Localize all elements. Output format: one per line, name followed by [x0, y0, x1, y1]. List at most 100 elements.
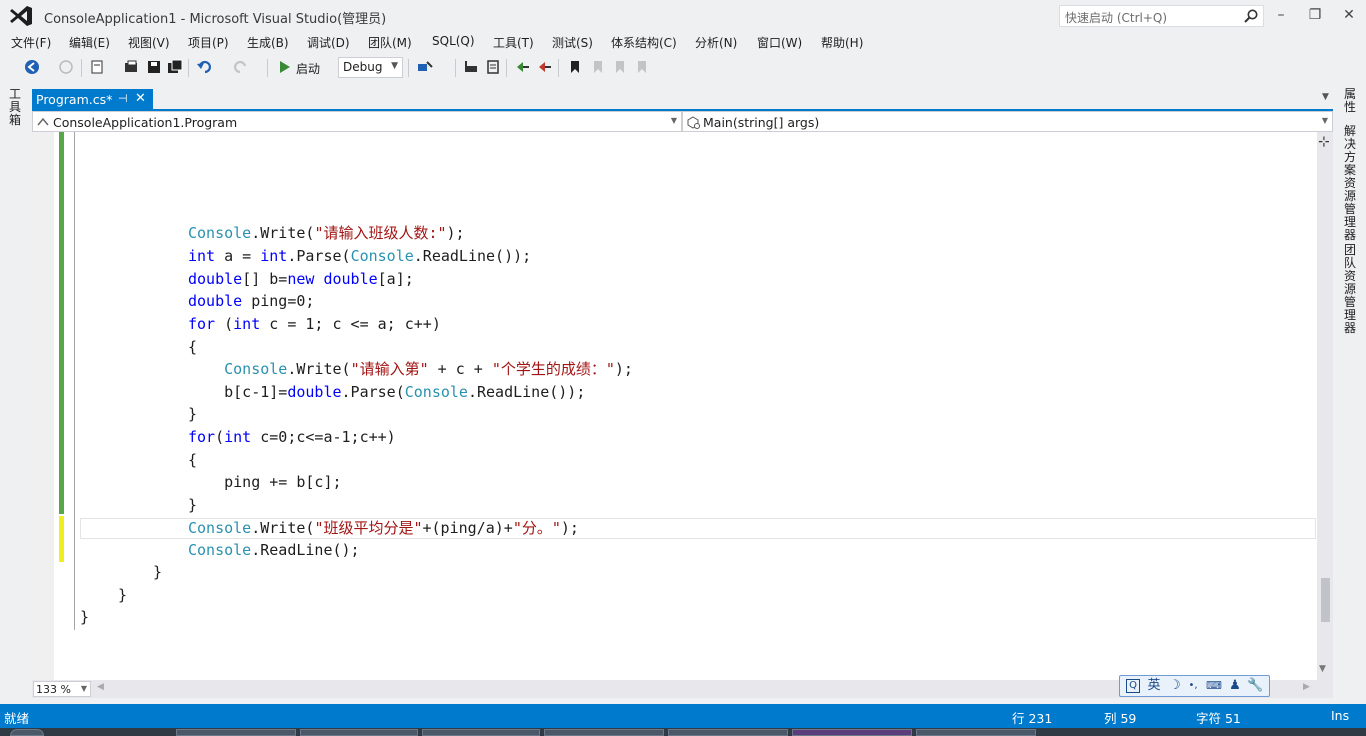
menu-sql[interactable]: SQL(Q) [432, 34, 475, 48]
code-token: ); [614, 360, 633, 378]
pin-icon[interactable]: ⊣ [118, 92, 128, 105]
ime-punctuation-icon[interactable]: •, [1185, 678, 1201, 694]
previous-bookmark-icon[interactable] [589, 58, 607, 76]
code-token: double [188, 292, 243, 310]
code-token: for [188, 428, 216, 446]
code-line[interactable]: } [153, 561, 162, 583]
scrollbar-thumb[interactable] [1321, 578, 1330, 622]
menu-team[interactable]: 团队(M) [368, 34, 412, 51]
code-line[interactable]: for (int c = 1; c <= a; c++) [188, 313, 441, 335]
taskbar-item[interactable] [300, 729, 418, 736]
next-bookmark-icon[interactable] [611, 58, 629, 76]
start-button[interactable] [10, 729, 44, 736]
code-line[interactable]: Console.ReadLine(); [188, 539, 360, 561]
team-explorer-tab[interactable]: 团队资源管理器 [1342, 244, 1358, 335]
code-token: c = 1; c <= a; c++) [260, 315, 441, 333]
ime-language-toggle[interactable]: 英 [1146, 678, 1162, 694]
open-file-icon[interactable] [122, 58, 140, 76]
code-line[interactable]: } [118, 584, 127, 606]
code-token: Console [404, 383, 468, 401]
code-line[interactable]: int a = int.Parse(Console.ReadLine()); [188, 245, 531, 267]
settings-icon[interactable]: 🔧 [1247, 678, 1263, 694]
code-line[interactable]: } [80, 606, 89, 628]
scroll-down-icon[interactable]: ▼ [1319, 664, 1326, 674]
code-line[interactable]: double[] b=new double[a]; [188, 268, 414, 290]
menu-build[interactable]: 生成(B) [247, 34, 289, 51]
properties-tab[interactable]: 属性 [1342, 88, 1358, 114]
close-window-button[interactable]: ✕ [1340, 6, 1358, 24]
taskbar-item[interactable] [176, 729, 296, 736]
menu-project[interactable]: 项目(P) [188, 34, 229, 51]
start-debugging-icon[interactable] [276, 58, 294, 76]
minimize-button[interactable]: – [1272, 6, 1290, 24]
code-token: "请输入班级人数:" [314, 224, 447, 242]
menu-window[interactable]: 窗口(W) [757, 34, 802, 51]
tab-list-dropdown-icon[interactable]: ▼ [1322, 92, 1329, 102]
bookmark-icon[interactable] [566, 58, 584, 76]
user-icon[interactable]: ♟ [1227, 678, 1243, 694]
split-window-icon[interactable]: ⊹ [1318, 134, 1330, 150]
redo-icon[interactable] [231, 58, 249, 76]
code-line[interactable]: for(int c=0;c<=a-1;c++) [188, 426, 396, 448]
menu-view[interactable]: 视图(V) [128, 34, 170, 51]
member-dropdown[interactable]: Main(string[] args) ▼ [682, 111, 1333, 132]
step-over-icon[interactable] [536, 58, 554, 76]
close-icon[interactable]: ✕ [135, 91, 146, 106]
menu-debug[interactable]: 调试(D) [307, 34, 350, 51]
toolbar-separator [81, 59, 82, 77]
toolbox-tab[interactable]: 工具箱 [7, 88, 23, 127]
code-token: } [153, 563, 163, 581]
menu-help[interactable]: 帮助(H) [821, 34, 863, 51]
menu-architecture[interactable]: 体系结构(C) [611, 34, 677, 51]
ime-width-icon[interactable]: ☽ [1167, 678, 1183, 694]
code-line[interactable]: b[c-1]=double.Parse(Console.ReadLine()); [188, 381, 585, 403]
code-editor[interactable] [32, 132, 1317, 680]
step-into-icon[interactable] [514, 58, 532, 76]
menu-edit[interactable]: 编辑(E) [69, 34, 110, 51]
save-all-icon[interactable] [166, 58, 184, 76]
menu-file[interactable]: 文件(F) [11, 34, 51, 51]
code-line[interactable]: Console.Write("班级平均分是"+(ping/a)+"分。"); [188, 517, 579, 539]
scroll-left-icon[interactable]: ◀ [97, 682, 104, 692]
taskbar-item[interactable] [422, 729, 540, 736]
keyboard-icon[interactable]: ⌨ [1206, 678, 1222, 694]
tab-program-cs[interactable]: Program.cs* ⊣ ✕ [32, 89, 153, 111]
menu-analyze[interactable]: 分析(N) [695, 34, 737, 51]
uncomment-icon[interactable] [484, 58, 502, 76]
solution-configuration-select[interactable]: Debug ▼ [338, 57, 403, 78]
type-dropdown[interactable]: ConsoleApplication1.Program ▼ [32, 111, 682, 132]
code-line[interactable]: } [188, 494, 197, 516]
clear-bookmarks-icon[interactable] [633, 58, 651, 76]
code-line[interactable]: { [188, 449, 197, 471]
maximize-button[interactable]: ❐ [1306, 6, 1324, 24]
taskbar-item-visual-studio[interactable] [792, 729, 912, 736]
code-token: new [287, 270, 315, 288]
taskbar-item[interactable] [916, 729, 1036, 736]
undo-icon[interactable] [196, 58, 214, 76]
code-line[interactable]: Console.Write("请输入第" + c + "个学生的成绩："); [188, 358, 633, 380]
menu-test[interactable]: 测试(S) [552, 34, 593, 51]
menu-tools[interactable]: 工具(T) [493, 34, 534, 51]
ime-logo-icon[interactable]: Q [1126, 679, 1140, 693]
zoom-value: 133 % [36, 683, 71, 696]
back-icon[interactable] [23, 58, 41, 76]
scroll-right-icon[interactable]: ▶ [1303, 682, 1310, 692]
taskbar-item[interactable] [544, 729, 664, 736]
taskbar-item[interactable] [668, 729, 788, 736]
zoom-select[interactable]: 133 % ▼ [33, 681, 91, 697]
start-button-label[interactable]: 启动 [296, 60, 320, 77]
code-line[interactable]: { [188, 336, 197, 358]
ime-toolbar[interactable]: Q 英 ☽ •, ⌨ ♟ 🔧 [1119, 675, 1270, 697]
new-project-icon[interactable] [88, 58, 106, 76]
code-line[interactable]: } [188, 403, 197, 425]
code-line[interactable]: ping += b[c]; [188, 471, 341, 493]
code-line[interactable]: double ping=0; [188, 290, 314, 312]
solution-explorer-tab[interactable]: 解决方案资源管理器 [1342, 125, 1358, 242]
save-icon[interactable] [145, 58, 163, 76]
find-in-files-icon[interactable] [416, 58, 434, 76]
forward-icon[interactable] [57, 58, 75, 76]
quick-launch-input[interactable]: 快速启动 (Ctrl+Q) [1059, 5, 1264, 27]
code-line[interactable]: Console.Write("请输入班级人数:"); [188, 222, 465, 244]
code-token: int [188, 247, 216, 265]
comment-icon[interactable] [462, 58, 480, 76]
